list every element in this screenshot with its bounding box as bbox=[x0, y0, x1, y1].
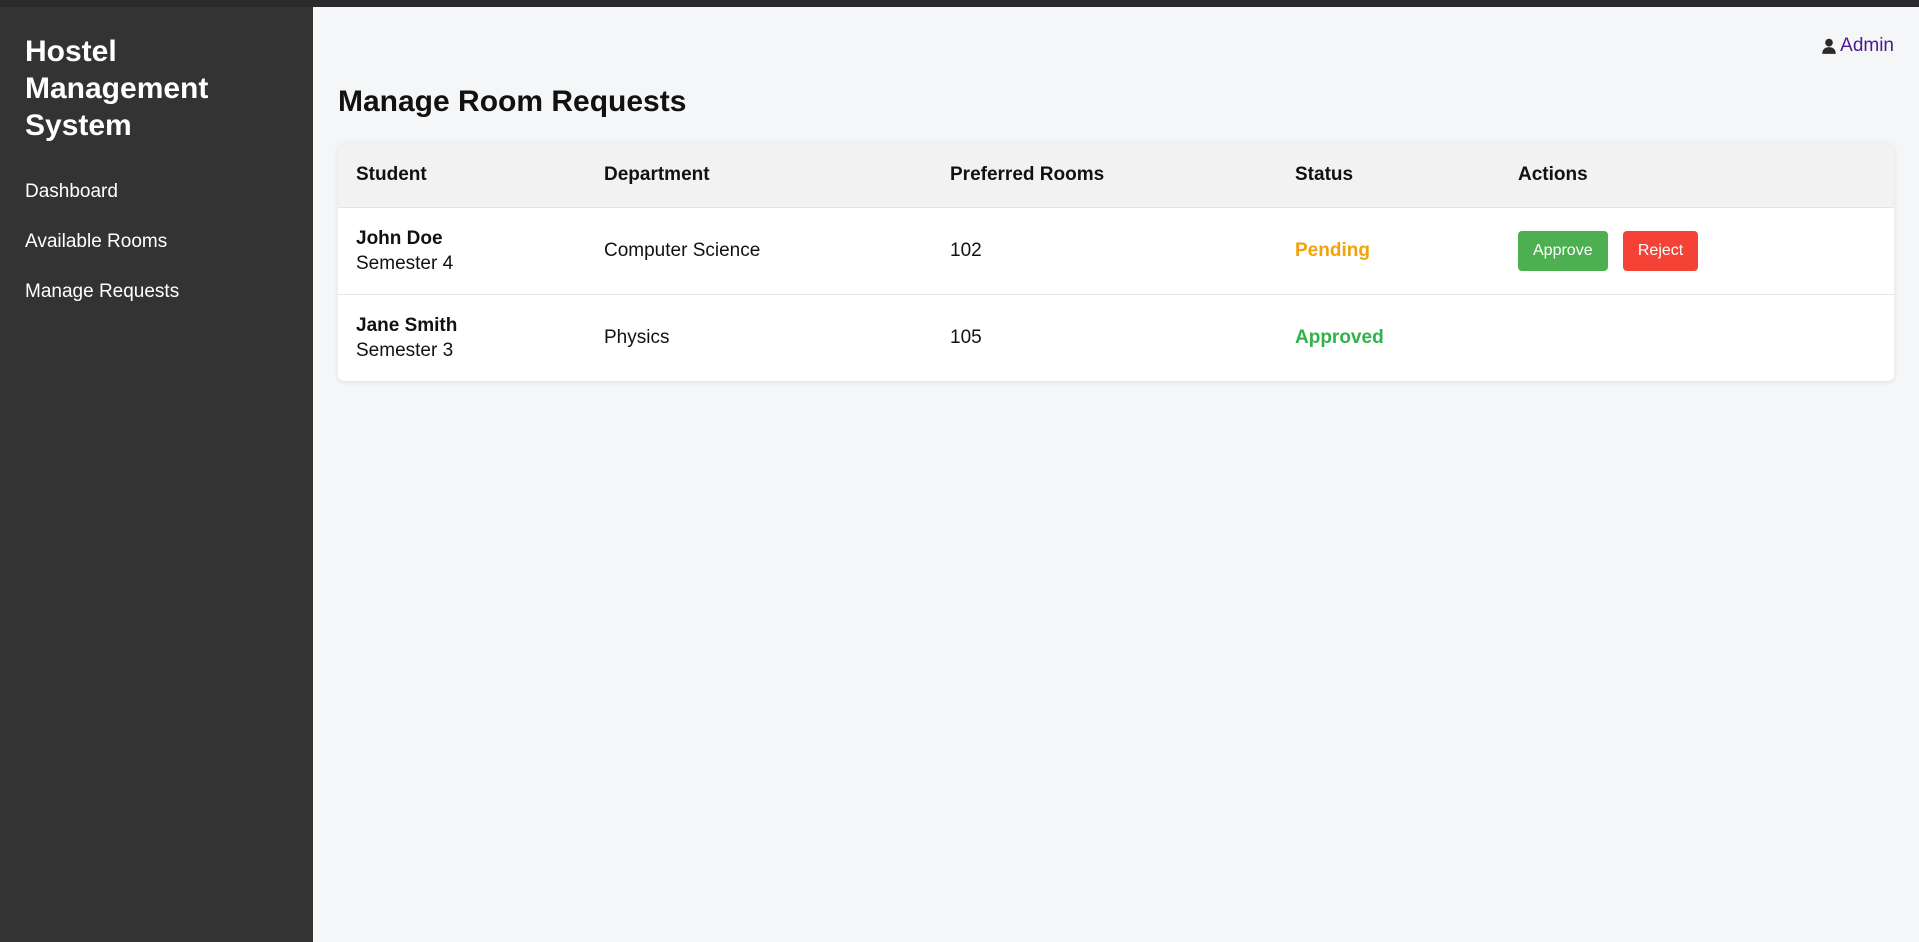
status-badge: Pending bbox=[1295, 240, 1370, 261]
department-cell: Computer Science bbox=[604, 240, 761, 261]
student-semester: Semester 3 bbox=[356, 339, 454, 361]
table-header-row: Student Department Preferred Rooms Statu… bbox=[338, 143, 1894, 207]
column-header-actions: Actions bbox=[1518, 163, 1588, 185]
requests-table-card: Student Department Preferred Rooms Statu… bbox=[338, 143, 1894, 381]
column-header-preferred-rooms: Preferred Rooms bbox=[950, 163, 1105, 185]
status-cell: Approved bbox=[1277, 294, 1500, 381]
main-content: Admin Manage Room Requests Student Depar… bbox=[313, 7, 1919, 942]
actions-cell bbox=[1500, 294, 1894, 381]
table-row: Jane Smith Semester 3 Physics 105 Approv… bbox=[338, 294, 1894, 381]
admin-user-label: Admin bbox=[1840, 35, 1894, 56]
admin-user-link[interactable]: Admin bbox=[1820, 35, 1894, 57]
department-cell: Physics bbox=[604, 327, 670, 349]
column-header-status: Status bbox=[1295, 163, 1354, 185]
sidebar-item-dashboard[interactable]: Dashboard bbox=[25, 178, 288, 228]
approve-button[interactable]: Approve bbox=[1518, 230, 1608, 271]
sidebar-item-available-rooms[interactable]: Available Rooms bbox=[25, 228, 288, 278]
actions-cell: Approve Reject bbox=[1500, 207, 1894, 294]
page-title: Manage Room Requests bbox=[338, 85, 687, 118]
sidebar: Hostel Management System Dashboard Avail… bbox=[0, 7, 313, 942]
student-cell: Jane Smith Semester 3 bbox=[338, 294, 586, 381]
requests-table: Student Department Preferred Rooms Statu… bbox=[338, 143, 1894, 381]
top-bar bbox=[0, 0, 1919, 7]
status-cell: Pending bbox=[1277, 207, 1500, 294]
app-title: Hostel Management System bbox=[25, 35, 209, 142]
sidebar-nav: Dashboard Available Rooms Manage Request… bbox=[25, 178, 288, 328]
student-semester: Semester 4 bbox=[356, 252, 454, 274]
student-name: Jane Smith bbox=[356, 314, 458, 336]
column-header-student: Student bbox=[356, 163, 427, 185]
table-row: John Doe Semester 4 Computer Science 102… bbox=[338, 207, 1894, 294]
reject-button[interactable]: Reject bbox=[1622, 230, 1699, 271]
status-badge: Approved bbox=[1295, 327, 1384, 349]
student-name: John Doe bbox=[356, 227, 443, 249]
column-header-department: Department bbox=[604, 163, 710, 185]
sidebar-item-manage-requests[interactable]: Manage Requests bbox=[25, 278, 288, 328]
student-cell: John Doe Semester 4 bbox=[338, 207, 586, 294]
user-icon bbox=[1822, 38, 1836, 54]
preferred-rooms-cell: 105 bbox=[950, 327, 982, 349]
preferred-rooms-cell: 102 bbox=[950, 240, 982, 261]
